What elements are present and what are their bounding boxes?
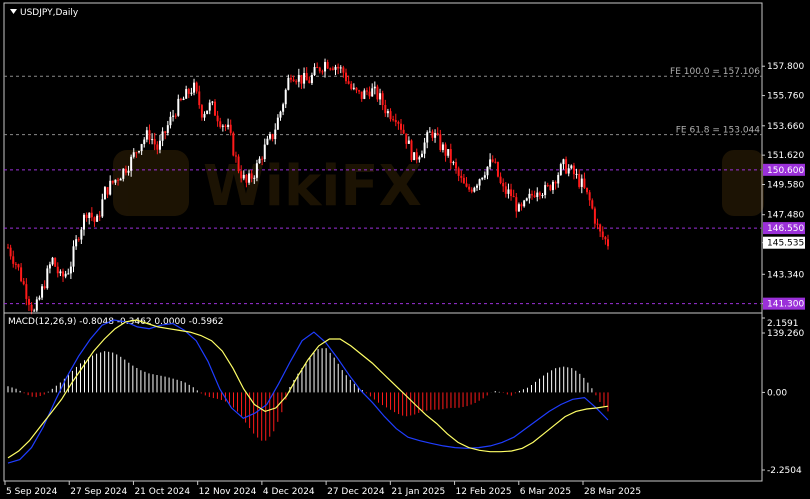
y-tick-label: 139.260 <box>767 329 804 339</box>
level-label-1: FE 61.8 = 153.044 <box>676 126 761 136</box>
y-tick-label: 155.760 <box>767 92 804 102</box>
y-tick-label: 153.660 <box>767 122 804 132</box>
x-tick-label: 21 Jan 2025 <box>391 487 445 497</box>
candle <box>410 139 413 162</box>
candle <box>41 283 44 300</box>
y-tick-label: 149.580 <box>767 181 804 191</box>
candle <box>413 152 416 161</box>
y-tick-label: 145.535 <box>767 239 804 249</box>
level-price-tag-label: 150.600 <box>767 166 804 176</box>
level-price-tag-label: 141.300 <box>767 300 804 310</box>
y-tick-label: 143.340 <box>767 270 804 280</box>
x-tick-label: 5 Sep 2024 <box>6 487 58 497</box>
x-tick-label: 12 Feb 2025 <box>456 487 512 497</box>
y-tick-label: 147.480 <box>767 211 804 221</box>
y-tick-label: 157.800 <box>767 62 804 72</box>
candle <box>237 154 240 174</box>
level-price-tag-label: 146.550 <box>767 224 804 234</box>
candle <box>206 110 209 115</box>
candle <box>54 257 57 268</box>
level-label-0: FE 100.0 = 157.106 <box>670 67 760 77</box>
macd-y-tick-label: -2.2504 <box>767 466 802 476</box>
macd-header: MACD(12,26,9) -0.8048 -0.3462 0.0000 -0.… <box>8 317 224 327</box>
x-tick-label: 12 Nov 2024 <box>199 487 257 497</box>
x-tick-label: 28 Mar 2025 <box>584 487 641 497</box>
macd-y-tick-label: 2.1591 <box>767 319 799 329</box>
macd-y-tick-label: 0.00 <box>767 388 787 398</box>
x-tick-label: 27 Dec 2024 <box>327 487 385 497</box>
symbol-title: USDJPY,Daily <box>20 8 79 18</box>
x-tick-label: 27 Sep 2024 <box>70 487 127 497</box>
candle <box>232 131 235 157</box>
x-tick-label: 6 Mar 2025 <box>520 487 571 497</box>
watermark-text: WikiFX <box>203 154 422 219</box>
candle <box>103 185 106 200</box>
chart-root: WikiFX FE 100.0 = 157.106 FE 61.8 = 153.0… <box>0 0 810 499</box>
candle <box>46 265 49 290</box>
y-tick-label: 151.620 <box>767 151 804 161</box>
candle <box>559 162 562 176</box>
candle <box>376 84 379 102</box>
candle <box>496 161 499 178</box>
x-tick-label: 21 Oct 2024 <box>134 487 190 497</box>
x-tick-label: 4 Dec 2024 <box>263 487 315 497</box>
